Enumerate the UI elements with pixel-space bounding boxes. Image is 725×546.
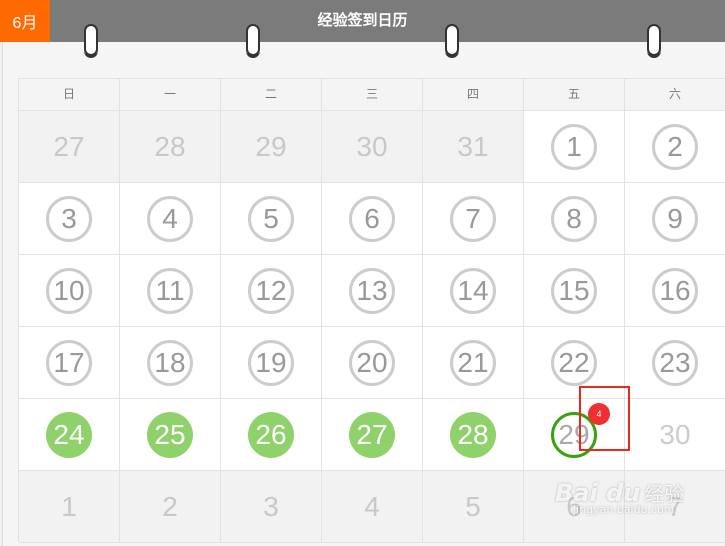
calendar-day-cell[interactable]: 14 [423, 255, 524, 327]
calendar-day-cell[interactable]: 23 [625, 327, 725, 399]
calendar-day-cell[interactable]: 19 [221, 327, 322, 399]
day-number: 31 [457, 130, 489, 162]
calendar-day-cell[interactable]: 8 [524, 183, 625, 255]
day-number: 1 [61, 490, 77, 522]
day-number: 8 [551, 195, 597, 242]
day-number: 1 [551, 123, 597, 170]
day-number: 25 [147, 411, 193, 458]
day-number: 2 [162, 490, 178, 522]
day-number: 30 [659, 418, 691, 450]
day-number: 22 [551, 339, 597, 386]
calendar-day-cell[interactable]: 15 [524, 255, 625, 327]
day-number: 2 [652, 123, 698, 170]
weekday-label: 六 [625, 79, 725, 110]
day-number: 3 [46, 195, 92, 242]
calendar-day-cell[interactable]: 5 [221, 183, 322, 255]
day-number: 23 [652, 339, 698, 386]
day-number: 30 [356, 130, 388, 162]
calendar-day-cell[interactable]: 3 [221, 471, 322, 543]
calendar-day-cell[interactable]: 11 [120, 255, 221, 327]
calendar-day-cell[interactable]: 17 [19, 327, 120, 399]
calendar-day-cell[interactable]: 7 [625, 471, 725, 543]
day-number: 17 [46, 339, 92, 386]
calendar-title: 经验签到日历 [317, 12, 408, 29]
calendar-day-cell[interactable]: 2 [625, 111, 725, 183]
calendar-day-cell[interactable]: 2 [120, 471, 221, 543]
day-number: 5 [465, 490, 481, 522]
day-number: 5 [248, 195, 294, 242]
day-number: 15 [551, 267, 597, 314]
day-number: 13 [349, 267, 395, 314]
day-number: 6 [349, 195, 395, 242]
day-number: 9 [652, 195, 698, 242]
day-number: 18 [147, 339, 193, 386]
calendar-day-cell[interactable]: 20 [322, 327, 423, 399]
day-number: 16 [652, 267, 698, 314]
calendar-day-cell[interactable]: 24 [19, 399, 120, 471]
calendar-day-cell[interactable]: 26 [221, 399, 322, 471]
weekday-label: 五 [524, 79, 625, 110]
day-number: 6 [566, 490, 582, 522]
day-number: 24 [46, 411, 92, 458]
calendar-day-cell[interactable]: 10 [19, 255, 120, 327]
calendar-day-cell[interactable]: 7 [423, 183, 524, 255]
day-number: 12 [248, 267, 294, 314]
day-number: 4 [364, 490, 380, 522]
calendar-day-cell[interactable]: 31 [423, 111, 524, 183]
day-number: 20 [349, 339, 395, 386]
calendar-day-cell[interactable]: 12 [221, 255, 322, 327]
calendar-day-cell[interactable]: 1 [524, 111, 625, 183]
calendar-day-cell[interactable]: 28 [423, 399, 524, 471]
day-number: 28 [450, 411, 496, 458]
day-number: 3 [263, 490, 279, 522]
calendar-day-cell[interactable]: 27 [322, 399, 423, 471]
day-number: 27 [53, 130, 85, 162]
weekday-label: 三 [322, 79, 423, 110]
calendar-day-cell[interactable]: 5 [423, 471, 524, 543]
calendar-day-cell[interactable]: 1 [19, 471, 120, 543]
day-number: 7 [667, 490, 683, 522]
weekday-label: 一 [120, 79, 221, 110]
calendar-day-cell[interactable]: 16 [625, 255, 725, 327]
calendar-day-cell[interactable]: 9 [625, 183, 725, 255]
calendar-day-cell[interactable]: 29 [221, 111, 322, 183]
calendar-header: 6月 经验签到日历 [0, 0, 725, 42]
binder-ring-icon [84, 24, 98, 58]
calendar-day-cell[interactable]: 28 [120, 111, 221, 183]
calendar-day-cell[interactable]: 13 [322, 255, 423, 327]
day-number: 11 [147, 267, 193, 314]
binder-ring-icon [445, 24, 459, 58]
binder-ring-icon [647, 24, 661, 58]
day-number: 29 [255, 130, 287, 162]
weekday-label: 四 [423, 79, 524, 110]
calendar-day-cell[interactable]: 3 [19, 183, 120, 255]
day-number: 28 [154, 130, 186, 162]
weekday-header-row: 日一二三四五六 [19, 79, 725, 111]
calendar-day-cell[interactable]: 30 [322, 111, 423, 183]
day-number: 26 [248, 411, 294, 458]
day-number: 21 [450, 339, 496, 386]
calendar-day-cell[interactable]: 4 [322, 471, 423, 543]
day-number: 7 [450, 195, 496, 242]
day-number: 4 [147, 195, 193, 242]
calendar-day-cell[interactable]: 27 [19, 111, 120, 183]
calendar-grid: 日一二三四五六 27 28 29 30 31 1 2 3 4 5 6 7 8 9 10 11 12 13 14 15 1… [18, 78, 725, 543]
calendar-day-cell[interactable]: 25 [120, 399, 221, 471]
day-number: 19 [248, 339, 294, 386]
binder-ring-icon [246, 24, 260, 58]
day-number: 14 [450, 267, 496, 314]
calendar-day-cell[interactable]: 18 [120, 327, 221, 399]
highlight-annotation-box [579, 386, 630, 451]
calendar-day-cell[interactable]: 6 [524, 471, 625, 543]
day-number: 10 [46, 267, 92, 314]
calendar-day-cell[interactable]: 6 [322, 183, 423, 255]
weekday-label: 二 [221, 79, 322, 110]
calendar-day-cell[interactable]: 30 [625, 399, 725, 471]
calendar-day-cell[interactable]: 4 [120, 183, 221, 255]
day-number: 27 [349, 411, 395, 458]
weekday-label: 日 [19, 79, 120, 110]
calendar-day-cell[interactable]: 21 [423, 327, 524, 399]
